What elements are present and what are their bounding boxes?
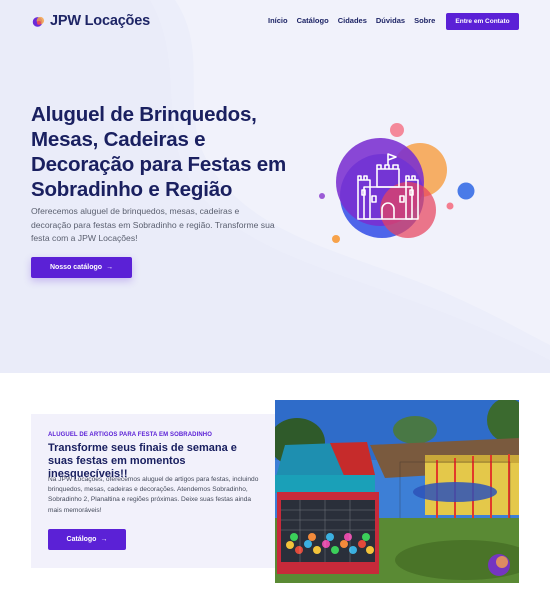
nav-link-duvidas[interactable]: Dúvidas [376, 16, 405, 25]
brand-name: JPW Locações [50, 13, 150, 29]
castle-illustration [319, 123, 475, 243]
contact-button[interactable]: Entre em Contato [446, 13, 519, 30]
feature-eyebrow: ALUGUEL DE ARTIGOS PARA FESTA EM SOBRADI… [48, 432, 212, 438]
hero-subtitle: Oferecemos aluguel de brinquedos, mesas,… [31, 206, 275, 243]
hero-title: Aluguel de Brinquedos, Mesas, Cadeiras e… [31, 103, 287, 201]
nav-link-inicio[interactable]: Início [268, 16, 288, 25]
catalog-button[interactable]: Nosso catálogo → [31, 257, 132, 278]
main-nav: Início Catálogo Cidades Dúvidas Sobre [268, 16, 444, 25]
feature-catalog-button-label: Catálogo [66, 536, 97, 543]
feature-card: ALUGUEL DE ARTIGOS PARA FESTA EM SOBRADI… [31, 414, 275, 568]
arrow-right-icon: → [106, 264, 114, 271]
feature-text: Na JPW Locações, oferecemos aluguel de a… [48, 476, 259, 514]
nav-link-sobre[interactable]: Sobre [414, 16, 435, 25]
feature-catalog-button[interactable]: Catálogo → [48, 529, 126, 550]
hero-section: JPW Locações Início Catálogo Cidades Dúv… [0, 0, 550, 373]
nav-link-cidades[interactable]: Cidades [338, 16, 367, 25]
party-rental-photo [275, 400, 519, 583]
nav-link-catalogo[interactable]: Catálogo [297, 16, 329, 25]
brand-logo[interactable]: JPW Locações [32, 13, 150, 29]
catalog-button-label: Nosso catálogo [49, 264, 103, 271]
arrow-right-icon: → [100, 536, 108, 543]
logo-icon [32, 16, 45, 27]
navbar: JPW Locações Início Catálogo Cidades Dúv… [0, 0, 550, 42]
